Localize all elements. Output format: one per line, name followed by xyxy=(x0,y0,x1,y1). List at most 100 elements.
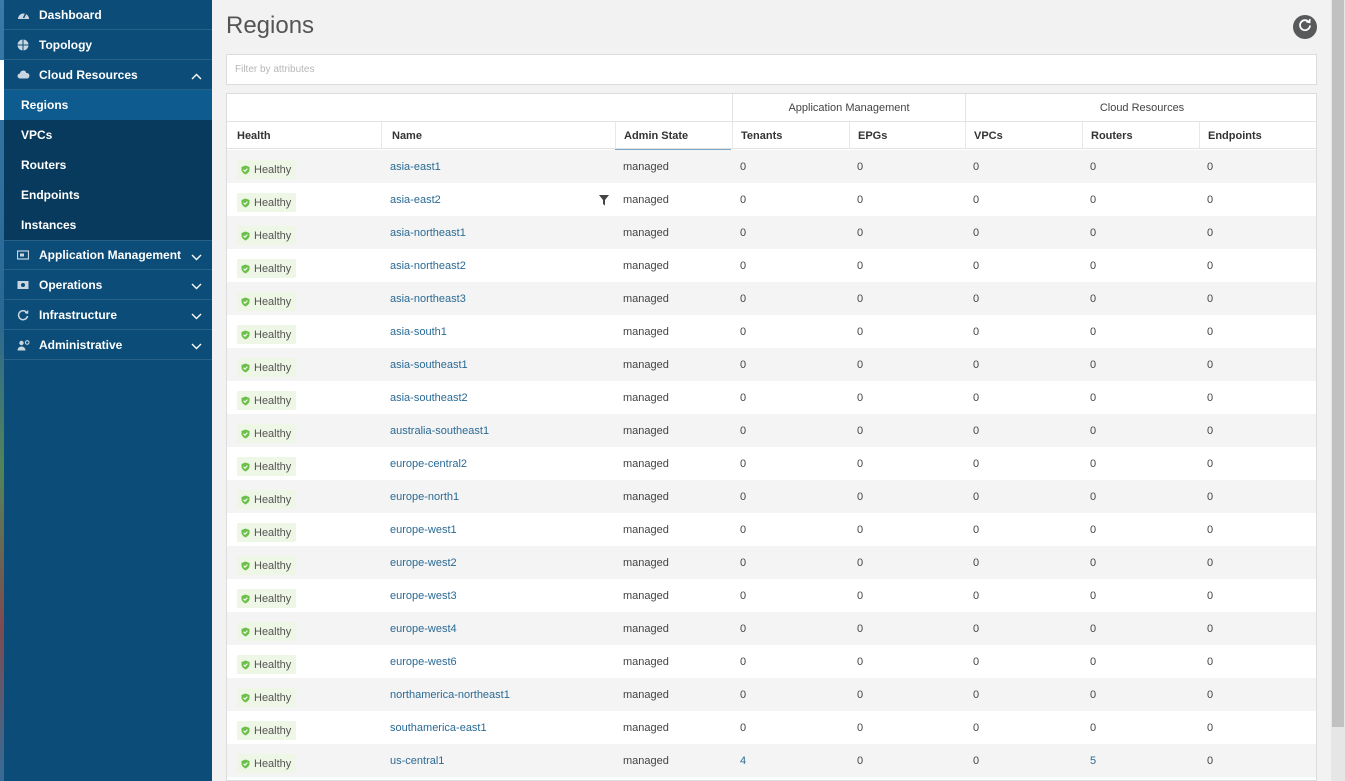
column-header-vpcs[interactable]: VPCs xyxy=(965,122,1082,149)
routers-cell: 0 xyxy=(1090,688,1097,701)
column-header-admin-state[interactable]: Admin State xyxy=(615,122,732,149)
vpcs-cell: 0 xyxy=(973,226,980,239)
table-row[interactable]: Healthy asia-east2 managed 0 0 0 0 0 xyxy=(227,183,1316,216)
health-label: Healthy xyxy=(254,460,292,473)
filter-icon[interactable] xyxy=(599,193,609,211)
region-name-link[interactable]: europe-west2 xyxy=(381,546,615,579)
region-name-link[interactable]: asia-northeast2 xyxy=(381,249,615,282)
vpcs-cell: 0 xyxy=(973,688,980,701)
sidebar-item-operations[interactable]: Operations xyxy=(4,270,212,300)
region-name-link[interactable]: asia-east1 xyxy=(381,150,615,183)
epgs-cell: 0 xyxy=(857,193,864,206)
sidebar-sub-item-endpoints[interactable]: Endpoints xyxy=(4,180,212,210)
table-row[interactable]: Healthy asia-southeast2 managed 0 0 0 0 0 xyxy=(227,381,1316,414)
epgs-cell: 0 xyxy=(857,292,864,305)
column-header-endpoints[interactable]: Endpoints xyxy=(1199,122,1316,149)
tenants-cell: 0 xyxy=(740,688,747,701)
table-row[interactable]: Healthy europe-west6 managed 0 0 0 0 0 xyxy=(227,645,1316,678)
health-label: Healthy xyxy=(254,196,292,209)
table-row[interactable]: Healthy asia-northeast3 managed 0 0 0 0 0 xyxy=(227,282,1316,315)
admin-state-cell: managed xyxy=(623,457,669,470)
table-row[interactable]: Healthy asia-southeast1 managed 0 0 0 0 0 xyxy=(227,348,1316,381)
table-row[interactable]: Healthy europe-west3 managed 0 0 0 0 0 xyxy=(227,579,1316,612)
region-name-link[interactable]: southamerica-east1 xyxy=(381,711,615,744)
region-name-link[interactable]: europe-north1 xyxy=(381,480,615,513)
filter-input[interactable]: Filter by attributes xyxy=(226,54,1317,85)
vpcs-cell: 0 xyxy=(973,160,980,173)
vpcs-cell: 0 xyxy=(973,259,980,272)
epgs-cell: 0 xyxy=(857,325,864,338)
region-name-link[interactable]: europe-west1 xyxy=(381,513,615,546)
table-row[interactable]: Healthy asia-northeast2 managed 0 0 0 0 0 xyxy=(227,249,1316,282)
sidebar-item-application-management[interactable]: Application Management xyxy=(4,240,212,270)
routers-cell[interactable]: 5 xyxy=(1082,744,1199,777)
region-name-link[interactable]: asia-south1 xyxy=(381,315,615,348)
region-name-link[interactable]: asia-northeast1 xyxy=(381,216,615,249)
column-header-routers[interactable]: Routers xyxy=(1082,122,1199,149)
table-row[interactable]: Healthy europe-west1 managed 0 0 0 0 0 xyxy=(227,513,1316,546)
table-row[interactable]: Healthy southamerica-east1 managed 0 0 0 0 0 xyxy=(227,711,1316,744)
sidebar-item-dashboard[interactable]: Dashboard xyxy=(4,0,212,30)
table-row[interactable]: Healthy us-central1 managed 4 0 0 5 0 xyxy=(227,744,1316,777)
app-management-icon xyxy=(16,248,30,262)
routers-cell: 0 xyxy=(1090,226,1097,239)
sidebar-item-infrastructure[interactable]: Infrastructure xyxy=(4,300,212,330)
column-header-health[interactable]: Health xyxy=(227,122,381,149)
refresh-button[interactable] xyxy=(1293,15,1317,39)
health-badge: Healthy xyxy=(237,721,297,740)
table-row[interactable]: Healthy europe-west4 managed 0 0 0 0 0 xyxy=(227,612,1316,645)
column-header-tenants[interactable]: Tenants xyxy=(732,122,849,149)
region-name-link[interactable]: northamerica-northeast1 xyxy=(381,678,615,711)
sidebar-sub-item-label: Instances xyxy=(21,218,77,232)
health-badge: Healthy xyxy=(237,523,297,542)
region-name-link[interactable]: australia-southeast1 xyxy=(381,414,615,447)
vpcs-cell: 0 xyxy=(973,556,980,569)
sidebar-sub-item-instances[interactable]: Instances xyxy=(4,210,212,240)
admin-state-cell: managed xyxy=(623,688,669,701)
sidebar-item-topology[interactable]: Topology xyxy=(4,30,212,60)
epgs-cell: 0 xyxy=(857,721,864,734)
region-name-link[interactable]: asia-east2 xyxy=(381,183,615,216)
region-name-link[interactable]: us-central1 xyxy=(381,744,615,777)
health-badge: Healthy xyxy=(237,688,297,707)
endpoints-cell: 0 xyxy=(1207,556,1214,569)
region-name-link[interactable]: europe-west4 xyxy=(381,612,615,645)
table-row[interactable]: Healthy asia-east1 managed 0 0 0 0 0 xyxy=(227,150,1316,183)
table-row[interactable]: Healthy europe-central2 managed 0 0 0 0 0 xyxy=(227,447,1316,480)
sidebar-sub-item-regions[interactable]: Regions xyxy=(4,90,212,120)
sidebar-item-cloud-resources[interactable]: Cloud Resources xyxy=(4,60,212,90)
table-row[interactable]: Healthy australia-southeast1 managed 0 0 0 0 0 xyxy=(227,414,1316,447)
sidebar-item-label: Application Management xyxy=(39,248,182,262)
region-name-link[interactable]: europe-west3 xyxy=(381,579,615,612)
column-header-name[interactable]: Name xyxy=(381,122,615,149)
tenants-cell[interactable]: 4 xyxy=(732,744,849,777)
shield-icon xyxy=(241,363,250,372)
health-badge: Healthy xyxy=(237,457,297,476)
health-cell: Healthy xyxy=(227,381,381,414)
table-row[interactable]: Healthy asia-south1 managed 0 0 0 0 0 xyxy=(227,315,1316,348)
sidebar-item-administrative[interactable]: Administrative xyxy=(4,330,212,360)
scrollbar-thumb[interactable] xyxy=(1332,0,1344,727)
health-cell: Healthy xyxy=(227,711,381,744)
region-name-link[interactable]: europe-central2 xyxy=(381,447,615,480)
table-row[interactable]: Healthy europe-north1 managed 0 0 0 0 0 xyxy=(227,480,1316,513)
table-row[interactable]: Healthy europe-west2 managed 0 0 0 0 0 xyxy=(227,546,1316,579)
region-name-link[interactable]: europe-west6 xyxy=(381,645,615,678)
sidebar-item-label: Topology xyxy=(39,37,93,52)
table-row[interactable]: Healthy asia-northeast1 managed 0 0 0 0 0 xyxy=(227,216,1316,249)
sidebar-sub-item-routers[interactable]: Routers xyxy=(4,150,212,180)
table-row[interactable]: Healthy northamerica-northeast1 managed 0 0 0… xyxy=(227,678,1316,711)
tenants-cell: 0 xyxy=(740,193,747,206)
health-badge: Healthy xyxy=(237,655,297,674)
region-name-link[interactable]: asia-northeast3 xyxy=(381,282,615,315)
health-cell: Healthy xyxy=(227,447,381,480)
sidebar-sub-item-vpcs[interactable]: VPCs xyxy=(4,120,212,150)
region-name-link[interactable]: asia-southeast2 xyxy=(381,381,615,414)
health-cell: Healthy xyxy=(227,546,381,579)
epgs-cell: 0 xyxy=(857,160,864,173)
health-badge: Healthy xyxy=(237,292,297,311)
region-name-link[interactable]: asia-southeast1 xyxy=(381,348,615,381)
column-header-epgs[interactable]: EPGs xyxy=(849,122,965,149)
health-cell: Healthy xyxy=(227,216,381,249)
health-cell: Healthy xyxy=(227,282,381,315)
